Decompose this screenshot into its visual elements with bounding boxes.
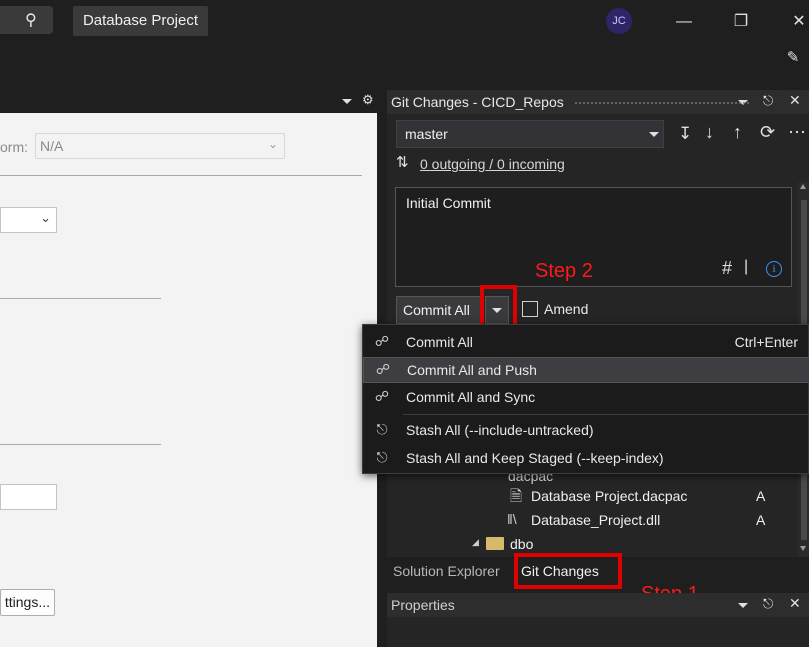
tab-list-dropdown-icon[interactable]: [342, 99, 352, 104]
sync-arrows-icon: ⇅: [396, 154, 409, 171]
scroll-up-icon[interactable]: [800, 184, 806, 189]
close-button[interactable]: ✕: [785, 8, 809, 36]
text-field[interactable]: [0, 484, 57, 510]
panel-menu-icon[interactable]: [738, 603, 748, 608]
pin-icon[interactable]: ⎋: [763, 93, 773, 109]
menu-item-label: Commit All and Sync: [406, 389, 536, 405]
panel-title: Git Changes - CICD_Repos: [391, 94, 564, 110]
stash-icon: ⎋: [376, 449, 388, 465]
menu-item-stash-keep-staged[interactable]: ⎋ Stash All and Keep Staged (--keep-inde…: [363, 446, 809, 472]
close-icon[interactable]: ✕: [789, 92, 801, 109]
branch-dropdown[interactable]: master: [396, 120, 664, 148]
info-icon[interactable]: i: [766, 261, 782, 277]
chevron-down-icon: [649, 132, 659, 137]
file-icon: 🗎: [510, 488, 523, 505]
commit-icon: ☍: [374, 333, 390, 349]
platform-value: N/A: [40, 138, 64, 154]
drag-grip[interactable]: [574, 101, 750, 105]
folder-icon: [486, 537, 504, 550]
document-tab-strip: ⚙: [0, 90, 377, 113]
menu-item-commit-all[interactable]: ☍ Commit All Ctrl+Enter: [363, 330, 809, 356]
folder-name: dbo: [510, 536, 534, 552]
library-icon: ‖\: [507, 511, 517, 527]
divider: [0, 298, 161, 299]
project-name-button[interactable]: Database Project: [73, 6, 208, 36]
menu-item-shortcut: Ctrl+Enter: [734, 334, 798, 350]
settings-button[interactable]: ttings...: [0, 589, 55, 616]
menu-item-label: Commit All: [406, 334, 473, 350]
menu-item-label: Stash All (--include-untracked): [406, 422, 594, 438]
settings-gear-icon[interactable]: ⚙: [362, 92, 374, 108]
outgoing-incoming-link[interactable]: 0 outgoing / 0 incoming: [420, 156, 565, 172]
menu-item-commit-all-and-push[interactable]: ☍ Commit All and Push: [363, 357, 809, 383]
amend-label: Amend: [544, 301, 589, 317]
hash-icon[interactable]: #: [722, 258, 732, 279]
commit-message-input[interactable]: Initial Commit # | i: [395, 187, 792, 287]
chevron-down-icon: ⌄: [267, 137, 278, 151]
commit-icon: ☍: [375, 361, 391, 377]
feedback-icon[interactable]: ✎: [779, 44, 807, 72]
platform-label: orm:: [0, 139, 28, 155]
more-options-icon[interactable]: ⋯: [788, 122, 806, 143]
tree-file-row[interactable]: 🗎 Database Project.dacpac A: [390, 485, 798, 509]
commit-message-text: Initial Commit: [406, 195, 491, 211]
menu-separator: [403, 414, 808, 415]
file-status: A: [756, 488, 766, 504]
options-dropdown[interactable]: ⌄: [0, 207, 57, 233]
pin-icon[interactable]: ⎋: [763, 596, 773, 612]
branch-name: master: [405, 126, 448, 142]
separator: |: [744, 258, 749, 275]
restore-button[interactable]: ❐: [727, 8, 755, 36]
divider: [0, 175, 362, 176]
properties-title-bar: Properties ⎋ ✕: [387, 593, 809, 617]
title-bar: ⚲ Database Project JC — ❐ ✕ ✎: [0, 0, 809, 90]
stash-icon: ⎋: [376, 421, 388, 437]
scroll-down-icon[interactable]: [800, 546, 806, 551]
pull-icon[interactable]: ↓: [705, 122, 714, 143]
divider: [0, 444, 161, 445]
push-icon[interactable]: ↑: [733, 122, 742, 143]
commit-icon: ☍: [374, 388, 390, 404]
step-2-annotation: Step 2: [535, 260, 593, 282]
tree-file-row[interactable]: ‖\ Database_Project.dll A: [390, 509, 798, 533]
commit-all-button[interactable]: Commit All: [396, 296, 484, 324]
minimize-button[interactable]: —: [670, 8, 698, 36]
document-area: [0, 90, 377, 647]
amend-checkbox[interactable]: [522, 301, 538, 317]
file-name: Database_Project.dll: [531, 512, 661, 528]
search-icon: ⚲: [25, 12, 37, 29]
step-2-highlight: [480, 285, 517, 329]
step-1-highlight: [514, 553, 622, 589]
tab-solution-explorer[interactable]: Solution Explorer: [393, 563, 500, 579]
commit-options-menu: ☍ Commit All Ctrl+Enter ☍ Commit All and…: [362, 324, 809, 474]
menu-item-label: Stash All and Keep Staged (--keep-index): [406, 450, 664, 466]
sync-icon[interactable]: ⟳: [760, 122, 775, 143]
close-icon[interactable]: ✕: [789, 595, 801, 612]
properties-title: Properties: [391, 597, 455, 613]
expand-arrow-icon: ◢: [472, 537, 479, 547]
menu-item-stash-all[interactable]: ⎋ Stash All (--include-untracked): [363, 418, 809, 444]
platform-dropdown[interactable]: N/A ⌄: [35, 133, 285, 159]
avatar[interactable]: JC: [606, 8, 632, 34]
file-status: A: [756, 512, 766, 528]
menu-item-commit-all-and-sync[interactable]: ☍ Commit All and Sync: [363, 385, 809, 411]
file-name: Database Project.dacpac: [531, 488, 688, 504]
chevron-down-icon: ⌄: [40, 210, 51, 225]
menu-item-label: Commit All and Push: [407, 362, 537, 378]
properties-body: [387, 617, 809, 647]
search-box[interactable]: ⚲: [0, 6, 53, 34]
fetch-icon[interactable]: ↧: [678, 124, 692, 144]
